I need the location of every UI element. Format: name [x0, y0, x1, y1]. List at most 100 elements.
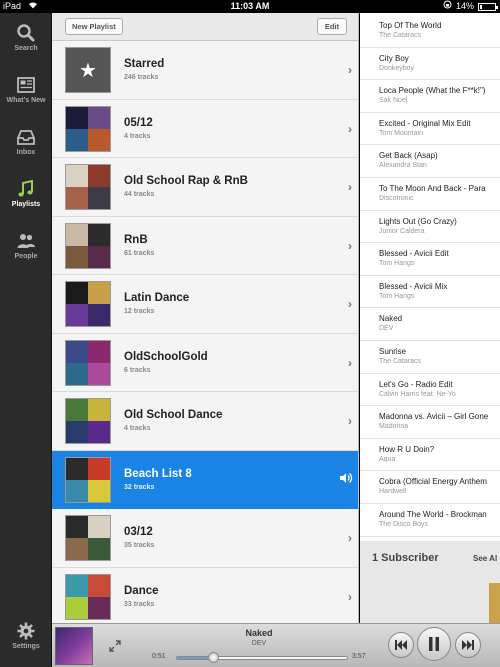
playlist-panel: New Playlist Edit ★ Starred 246 tracks ›… [52, 13, 359, 623]
edit-button[interactable]: Edit [316, 18, 347, 35]
battery-icon [478, 2, 498, 11]
track-title: Lights Out (Go Crazy) [379, 216, 457, 226]
playlist-cover-mosaic [65, 573, 111, 620]
chevron-right-icon: › [348, 589, 352, 604]
playlist-row[interactable]: 03/12 35 tracks › [52, 509, 358, 568]
search-icon [17, 24, 35, 42]
duration-time: 3:57 [352, 653, 366, 660]
playlist-track-count: 33 tracks [124, 600, 155, 608]
track-row[interactable]: How R U Doin? Aqua [360, 439, 500, 472]
playlist-row[interactable]: Old School Rap & RnB 44 tracks › [52, 158, 358, 217]
track-row[interactable]: Blessed - Avicii Edit Tom Hangs [360, 243, 500, 276]
track-artist: Sak Noel [379, 97, 408, 105]
track-artist: Junior Caldera [379, 227, 425, 235]
track-row[interactable]: Lights Out (Go Crazy) Junior Caldera [360, 211, 500, 244]
nav-people[interactable]: People [0, 221, 52, 273]
playlist-title: Old School Rap & RnB [124, 175, 248, 187]
clock: 11:03 AM [230, 1, 270, 11]
track-title: Loca People (What the F**k!") [379, 86, 486, 96]
chevron-right-icon: › [348, 121, 352, 136]
track-title: Madonna vs. Avicii – Girl Gone [379, 412, 489, 422]
playlist-title: RnB [124, 233, 148, 246]
chevron-right-icon: › [348, 355, 352, 370]
nav-label: Playlists [11, 201, 41, 208]
playlist-track-count: 4 tracks [124, 425, 151, 432]
see-all-link[interactable]: See Al [473, 554, 497, 563]
next-button[interactable] [455, 632, 481, 658]
track-row[interactable]: Top Of The World The Cataracs [360, 15, 500, 48]
progress-scrubber[interactable] [176, 656, 348, 660]
playlist-row[interactable]: OldSchoolGold 6 tracks › [52, 333, 358, 392]
track-row[interactable]: Cobra (Official Energy Anthem Hardwell [360, 471, 500, 504]
playlist-title: Dance [124, 584, 159, 597]
track-row[interactable]: Excited - Original Mix Edit Tom Mountain [360, 113, 500, 146]
track-artist: Tom Hangs [379, 260, 415, 268]
track-title: Sunrise [379, 347, 407, 356]
playlist-row[interactable]: Latin Dance 12 tracks › [52, 275, 358, 334]
playlist-track-count: 6 tracks [124, 366, 151, 374]
playlist-row[interactable]: RnB 61 tracks › [52, 216, 358, 275]
previous-button[interactable] [388, 632, 414, 658]
track-list-panel: Top Of The World The Cataracs City Boy Don… [360, 13, 500, 623]
battery-percent: 14% [455, 1, 474, 11]
scrubber-knob[interactable] [207, 652, 219, 663]
playlist-row[interactable]: Dance 33 tracks › [52, 567, 358, 623]
playlist-toolbar: New Playlist Edit [52, 13, 358, 41]
track-artist: The Cataracs [379, 32, 422, 39]
playlist-row[interactable]: Old School Dance 4 tracks › [52, 392, 358, 451]
chevron-right-icon: › [348, 63, 352, 77]
track-row[interactable]: Let's Go - Radio Edit Calvin Harris feat.… [360, 374, 500, 407]
nav-playlists[interactable]: Playlists [0, 169, 52, 221]
track-row[interactable]: Naked DEV [360, 308, 500, 341]
now-playing-artist: DEV [251, 640, 267, 647]
expand-icon[interactable] [108, 639, 122, 653]
track-artist: Madonna [379, 423, 409, 431]
battery-fill [480, 4, 482, 9]
chevron-right-icon: › [348, 238, 352, 253]
playlist-cover-mosaic [65, 339, 111, 386]
sidebar-nav: Search What's New Inbox Playlists People… [0, 13, 52, 667]
playlist-cover-mosaic [65, 105, 111, 152]
status-bar: iPad 11:03 AM 14% [0, 0, 500, 13]
track-artist: Tom Mountain [379, 129, 423, 137]
playlist-row[interactable]: 05/12 4 tracks › [52, 99, 358, 158]
playlist-title: OldSchoolGold [124, 350, 208, 363]
inbox-icon [17, 130, 35, 145]
track-artist: Donkeyboy [379, 64, 415, 72]
track-row[interactable]: Get Back (Asap) Alexandra Stan [360, 145, 500, 178]
track-artist: Alexandra Stan [379, 162, 427, 170]
nav-whats-new[interactable]: What's New [0, 65, 52, 117]
gear-icon [17, 622, 35, 640]
playlist-row[interactable]: ★ Starred 246 tracks › [52, 41, 358, 100]
now-playing-bar: Naked DEV 0:51 3:57 [52, 623, 500, 667]
playlist-title: Old School Dance [124, 409, 223, 421]
playlists-icon [18, 179, 33, 197]
previous-icon [395, 640, 407, 650]
track-row[interactable]: To The Moon And Back - Para Discotronic [360, 178, 500, 211]
playlist-row-selected[interactable]: Beach List 8 32 tracks [52, 450, 358, 509]
new-playlist-button[interactable]: New Playlist [65, 18, 123, 35]
track-row[interactable]: Sunrise The Cataracs [360, 341, 500, 374]
nav-settings[interactable]: Settings [0, 611, 52, 663]
track-title: Top Of The World [379, 21, 442, 30]
playlist-cover-mosaic [65, 456, 111, 503]
track-row[interactable]: Around The World - Brockman The Disco Boy… [360, 504, 500, 537]
track-artist: Tom Hangs [379, 292, 415, 300]
pause-button[interactable] [417, 627, 451, 661]
track-artist: Hardwell [379, 488, 407, 496]
playlist-track-count: 12 tracks [124, 308, 155, 315]
track-title: Blessed - Avicii Mix [379, 281, 448, 291]
album-art[interactable] [55, 627, 93, 665]
next-icon [462, 640, 474, 650]
track-row[interactable]: City Boy Donkeyboy [360, 48, 500, 81]
nav-inbox[interactable]: Inbox [0, 117, 52, 169]
whats-new-icon [17, 77, 35, 93]
people-icon [17, 234, 35, 248]
nav-search[interactable]: Search [0, 13, 52, 65]
track-row[interactable]: Madonna vs. Avicii – Girl Gone Madonna [360, 406, 500, 439]
track-row[interactable]: Blessed - Avicii Mix Tom Hangs [360, 276, 500, 309]
nav-label: Settings [12, 643, 40, 650]
subscriber-avatar[interactable] [489, 583, 500, 623]
track-row[interactable]: Loca People (What the F**k!") Sak Noel [360, 80, 500, 113]
playlist-track-count: 35 tracks [124, 542, 155, 549]
